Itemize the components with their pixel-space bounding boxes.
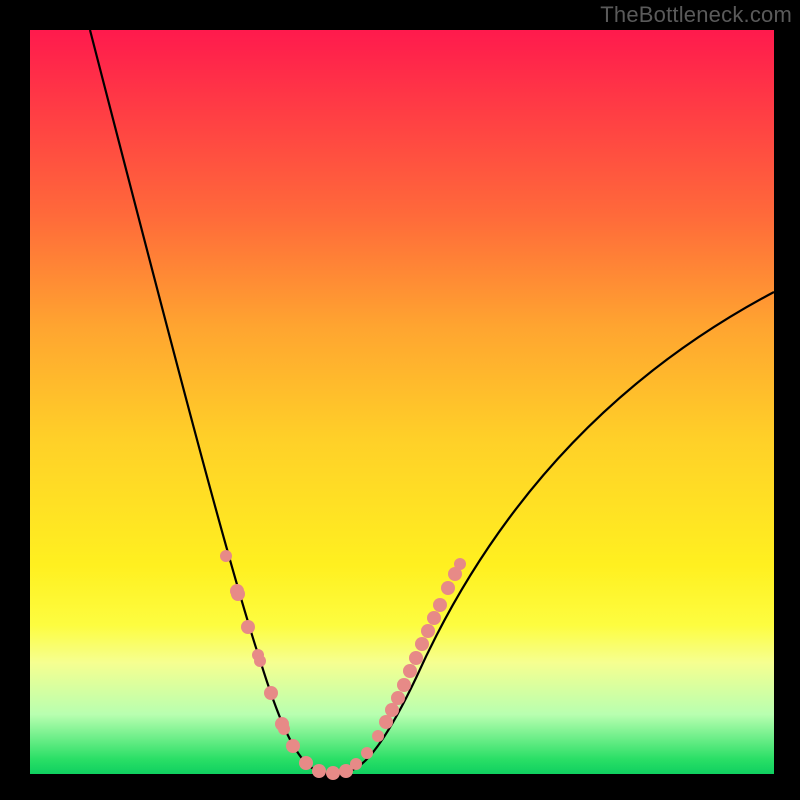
marker-dot [441,581,455,595]
marker-dot [391,691,405,705]
marker-dot [220,550,232,562]
marker-dot [278,723,290,735]
marker-dot [397,678,411,692]
marker-dot [312,764,326,778]
plot-area [30,30,774,774]
marker-dot [264,686,278,700]
marker-dot [433,598,447,612]
marker-dot [372,730,384,742]
chart-frame: TheBottleneck.com [0,0,800,800]
watermark-text: TheBottleneck.com [600,2,792,28]
bottleneck-curve [90,30,774,774]
marker-dot [454,558,466,570]
marker-dot [409,651,423,665]
marker-dot [385,703,399,717]
marker-dot [299,756,313,770]
marker-dot [403,664,417,678]
marker-dot [286,739,300,753]
marker-dot [379,715,393,729]
marker-dot [415,637,429,651]
marker-dot [421,624,435,638]
marker-dot [254,655,266,667]
marker-dot [361,747,373,759]
marker-dot [231,587,245,601]
chart-svg [30,30,774,774]
marker-dot [326,766,340,780]
marker-dot [350,758,362,770]
marker-dot [241,620,255,634]
highlight-markers [220,550,466,780]
marker-dot [427,611,441,625]
